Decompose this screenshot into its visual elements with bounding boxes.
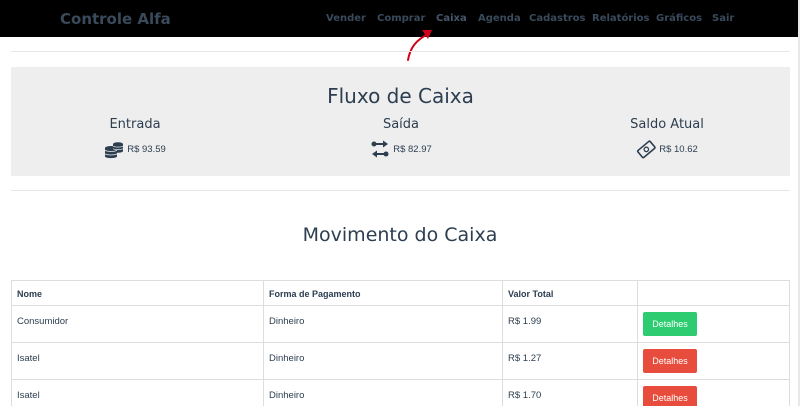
table-row: Isatel Dinheiro R$ 1.70 Detalhes: [11, 379, 790, 406]
brand-title[interactable]: Controle Alfa: [60, 10, 171, 28]
details-button[interactable]: Detalhes: [643, 312, 697, 336]
cell-nome: Isatel: [17, 353, 40, 364]
nav-item-graficos[interactable]: Gráficos: [656, 13, 702, 24]
details-button[interactable]: Detalhes: [643, 386, 697, 406]
coins-icon: [105, 142, 124, 159]
header-valor-total: Valor Total: [508, 289, 554, 299]
nav-item-cadastros[interactable]: Cadastros: [529, 13, 585, 24]
nav-item-caixa[interactable]: Caixa: [436, 13, 467, 24]
stat-entrada-value: R$ 93.59: [127, 143, 166, 155]
table-row: Consumidor Dinheiro R$ 1.99 Detalhes: [11, 305, 790, 342]
cell-forma-pagamento: Dinheiro: [269, 316, 305, 327]
header-forma-pagamento: Forma de Pagamento: [269, 289, 361, 299]
cell-valor-total: R$ 1.27: [508, 353, 542, 364]
movement-title: Movimento do Caixa: [302, 224, 498, 246]
cell-forma-pagamento: Dinheiro: [269, 353, 305, 364]
stat-saida-value: R$ 82.97: [393, 143, 432, 155]
stat-saldo: Saldo Atual R$ 10.62: [547, 117, 787, 159]
cell-nome: Isatel: [17, 390, 40, 401]
nav-item-agenda[interactable]: Agenda: [478, 13, 521, 24]
header-nome: Nome: [17, 289, 43, 299]
cell-valor-total: R$ 1.99: [508, 316, 542, 327]
details-button[interactable]: Detalhes: [643, 349, 697, 373]
nav-item-sair[interactable]: Sair: [712, 13, 734, 24]
stat-entrada-label: Entrada: [109, 117, 161, 132]
table-row: Isatel Dinheiro R$ 1.27 Detalhes: [11, 342, 790, 379]
table-header-row: Nome Forma de Pagamento Valor Total: [11, 280, 790, 305]
stat-saida: Saída R$ 82.97: [281, 117, 521, 159]
stat-entrada: Entrada R$ 93.59: [15, 117, 255, 159]
nav-item-vender[interactable]: Vender: [326, 13, 366, 24]
stat-saldo-value: R$ 10.62: [659, 143, 698, 155]
divider: [11, 51, 790, 52]
stat-saida-label: Saída: [382, 117, 420, 132]
money-bill-icon: [637, 140, 656, 159]
cell-nome: Consumidor: [17, 316, 69, 327]
cell-valor-total: R$ 1.70: [508, 390, 542, 401]
cell-forma-pagamento: Dinheiro: [269, 390, 305, 401]
exchange-icon: [371, 140, 389, 158]
nav-item-relatorios[interactable]: Relatórios: [592, 13, 650, 24]
stat-saldo-label: Saldo Atual: [630, 117, 704, 132]
cash-flow-panel: Fluxo de Caixa Entrada R$ 93.59 Saída R$…: [11, 67, 790, 176]
divider: [11, 190, 790, 191]
cash-flow-title: Fluxo de Caixa: [327, 84, 474, 108]
annotation-arrow-icon: [407, 30, 432, 61]
movement-table: Nome Forma de Pagamento Valor Total Cons…: [11, 280, 790, 406]
